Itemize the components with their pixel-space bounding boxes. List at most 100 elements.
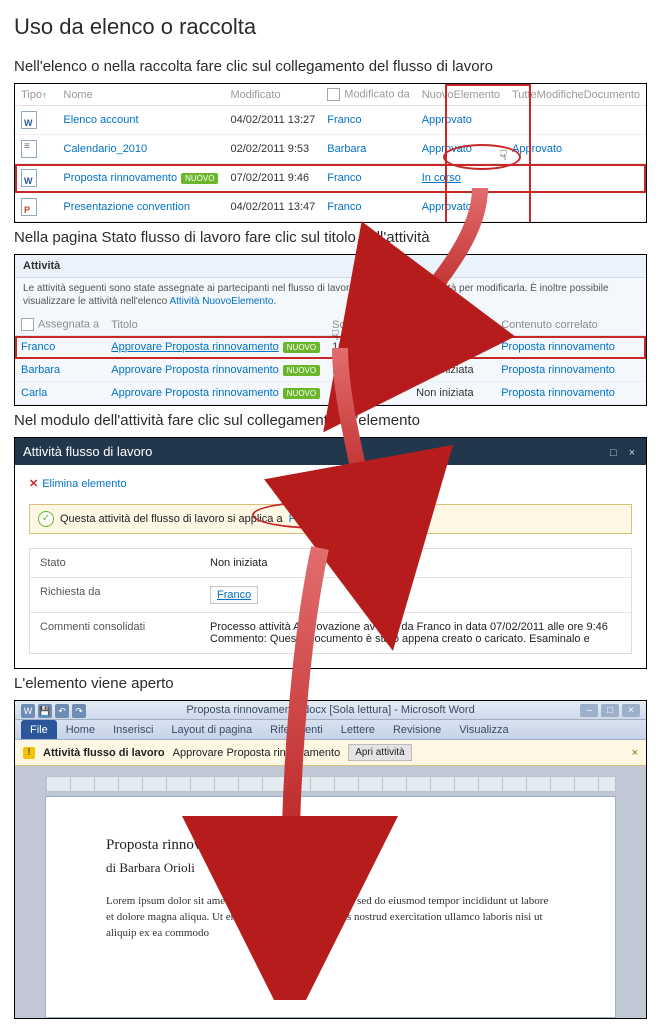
workflow-status-link[interactable]: Approvato: [422, 114, 472, 126]
main-heading: Uso da elenco o raccolta: [14, 14, 647, 40]
cell-modifiedby[interactable]: Franco: [327, 201, 361, 213]
task-title-link[interactable]: Approvare Proposta rinnovamento: [111, 341, 279, 353]
cell-duedate: 10/02/2011: [326, 336, 410, 359]
related-content-link[interactable]: Proposta rinnovamento: [501, 387, 615, 399]
notice-text: Questa attività del flusso di lavoro si …: [60, 513, 283, 525]
col-tuttemodifiche-header[interactable]: TutteModificheDocumento: [506, 84, 646, 106]
open-task-button[interactable]: Apri attività: [348, 744, 411, 761]
workflow-status-link[interactable]: Approvato: [422, 143, 472, 155]
task-form-panel: Attività flusso di lavoro □ × ✕ Elimina …: [14, 437, 647, 669]
col-modificato-header[interactable]: Modificato: [224, 84, 321, 106]
table-row[interactable]: Presentazione convention04/02/2011 13:47…: [15, 193, 646, 222]
checkbox-icon[interactable]: [327, 88, 340, 101]
ribbon-tab-inserisci[interactable]: Inserisci: [104, 720, 162, 739]
close-icon[interactable]: ×: [622, 704, 640, 717]
task-title-link[interactable]: Approvare Proposta rinnovamento: [111, 387, 279, 399]
field-commenti-label: Commenti consolidati: [30, 613, 200, 653]
step3-heading: Nel modulo dell'attività fare clic sul c…: [14, 412, 647, 429]
ribbon-tab-home[interactable]: Home: [57, 720, 104, 739]
step2-heading: Nella pagina Stato flusso di lavoro fare…: [14, 229, 647, 246]
doc-type-icon: [21, 140, 37, 158]
word-page-area: Proposta rinnovamento di Barbara Orioli …: [15, 766, 646, 1018]
new-badge: NUOVO: [283, 388, 320, 399]
task-panel-desc: Le attività seguenti sono state assegnat…: [15, 278, 646, 314]
cell-modifiedby[interactable]: Barbara: [327, 143, 366, 155]
ribbon-tab-layout-di-pagina[interactable]: Layout di pagina: [162, 720, 261, 739]
table-row[interactable]: Carla Approvare Proposta rinnovamento NUOV…: [15, 382, 646, 405]
assigned-link[interactable]: Carla: [21, 387, 47, 399]
table-row[interactable]: Elenco account 04/02/2011 13:27 Franco Appr…: [15, 106, 646, 135]
redo-icon[interactable]: ↷: [72, 704, 86, 718]
notice-bar: ✓ Questa attività del flusso di lavoro s…: [29, 504, 632, 534]
field-richiesta-value[interactable]: Franco: [210, 586, 258, 604]
close-msgbar-icon[interactable]: ×: [632, 747, 638, 759]
cell-duedate: 10/02/2011: [326, 382, 410, 405]
ribbon-tab-revisione[interactable]: Revisione: [384, 720, 450, 739]
cell-modifiedby[interactable]: Franco: [327, 114, 361, 126]
cell-duedate: 10/02/2011: [326, 359, 410, 382]
related-content-link[interactable]: Proposta rinnovamento: [501, 364, 615, 376]
cell-status: Non iniziata: [410, 382, 495, 405]
ruler[interactable]: [45, 776, 616, 792]
table-row[interactable]: Franco Approvare Proposta rinnovamento NUO…: [15, 336, 646, 359]
word-ribbon: FileHomeInserisciLayout di paginaRiferim…: [15, 720, 646, 740]
new-badge: NUOVO: [283, 342, 320, 353]
msgbar-text: Approvare Proposta rinnovamento: [173, 747, 341, 759]
delete-item-link[interactable]: ✕ Elimina elemento: [29, 477, 127, 490]
notice-item-link[interactable]: Proposta rinnovamento: [289, 513, 403, 525]
cell-status: Non iniziata: [410, 336, 495, 359]
checkbox-icon[interactable]: [21, 318, 34, 331]
ribbon-tab-visualizza[interactable]: Visualizza: [450, 720, 517, 739]
table-row[interactable]: Barbara Approvare Proposta rinnovamento NU…: [15, 359, 646, 382]
minimize-icon[interactable]: –: [580, 704, 598, 717]
undo-icon[interactable]: ↶: [55, 704, 69, 718]
word-logo-icon: W: [21, 704, 35, 718]
cell-status: Non iniziata: [410, 359, 495, 382]
doc-body: Lorem ipsum dolor sit amet, consectetur …: [106, 894, 555, 942]
new-badge: NUOVO: [283, 365, 320, 376]
ribbon-tab-lettere[interactable]: Lettere: [332, 720, 384, 739]
close-icon[interactable]: ×: [626, 447, 638, 459]
assigned-link[interactable]: Barbara: [21, 364, 60, 376]
cell-modified: 07/02/2011 9:46: [224, 164, 321, 193]
workflow-status-link[interactable]: In corso: [422, 172, 461, 184]
word-window: W 💾 ↶ ↷ Proposta rinnovamento.docx [Sola…: [14, 700, 647, 1019]
new-badge: NUOVO: [181, 173, 218, 184]
task-form-title: Attività flusso di lavoro: [23, 444, 152, 459]
quick-access-toolbar[interactable]: W 💾 ↶ ↷: [21, 704, 86, 718]
col-nuovoelemento-header[interactable]: NuovoElemento: [416, 84, 506, 106]
workflow-status-link[interactable]: Approvato: [422, 201, 472, 213]
task-desc-link[interactable]: Attività NuovoElemento: [169, 296, 273, 307]
item-name-link[interactable]: Proposta rinnovamento: [63, 172, 177, 184]
item-name-link[interactable]: Presentazione convention: [63, 201, 190, 213]
save-icon[interactable]: 💾: [38, 704, 52, 718]
maximize-icon[interactable]: □: [601, 704, 619, 717]
col-modificatoda-header[interactable]: Modificato da: [321, 84, 415, 106]
step1-heading: Nell'elenco o nella raccolta fare clic s…: [14, 58, 647, 75]
msgbar-label: Attività flusso di lavoro: [43, 747, 165, 759]
cell-modified: 04/02/2011 13:27: [224, 106, 321, 135]
table-row[interactable]: Proposta rinnovamento NUOVO 07/02/2011 9:4…: [15, 164, 646, 193]
ribbon-tab-file[interactable]: File: [21, 720, 57, 739]
task-panel-title: Attività: [15, 255, 646, 278]
x-icon: ✕: [29, 477, 38, 490]
field-stato-label: Stato: [30, 549, 200, 577]
word-title: Proposta rinnovamento.docx [Sola lettura…: [186, 704, 474, 716]
task-title-link[interactable]: Approvare Proposta rinnovamento: [111, 364, 279, 376]
col-tipo-header[interactable]: Tipo↑: [15, 84, 57, 106]
table-row[interactable]: Calendario_201002/02/2011 9:53BarbaraApp…: [15, 135, 646, 164]
related-content-link[interactable]: Proposta rinnovamento: [501, 341, 615, 353]
field-commenti-value: Processo attività Approvazione avviato d…: [200, 613, 631, 653]
maximize-icon[interactable]: □: [607, 447, 619, 459]
task-form-fields: Stato Non iniziata Richiesta da Franco C…: [29, 548, 632, 654]
workflow-status-link[interactable]: Approvato: [512, 143, 562, 155]
assigned-link[interactable]: Franco: [21, 341, 55, 353]
doc-author: di Barbara Orioli: [106, 860, 555, 876]
item-name-link[interactable]: Elenco account: [63, 114, 138, 126]
item-name-link[interactable]: Calendario_2010: [63, 143, 147, 155]
col-nome-header[interactable]: Nome: [57, 84, 224, 106]
cell-modifiedby[interactable]: Franco: [327, 172, 361, 184]
ribbon-tab-riferimenti[interactable]: Riferimenti: [261, 720, 332, 739]
sharepoint-list: Tipo↑ Nome Modificato Modificato da Nuov…: [14, 83, 647, 223]
field-stato-value: Non iniziata: [200, 549, 631, 577]
